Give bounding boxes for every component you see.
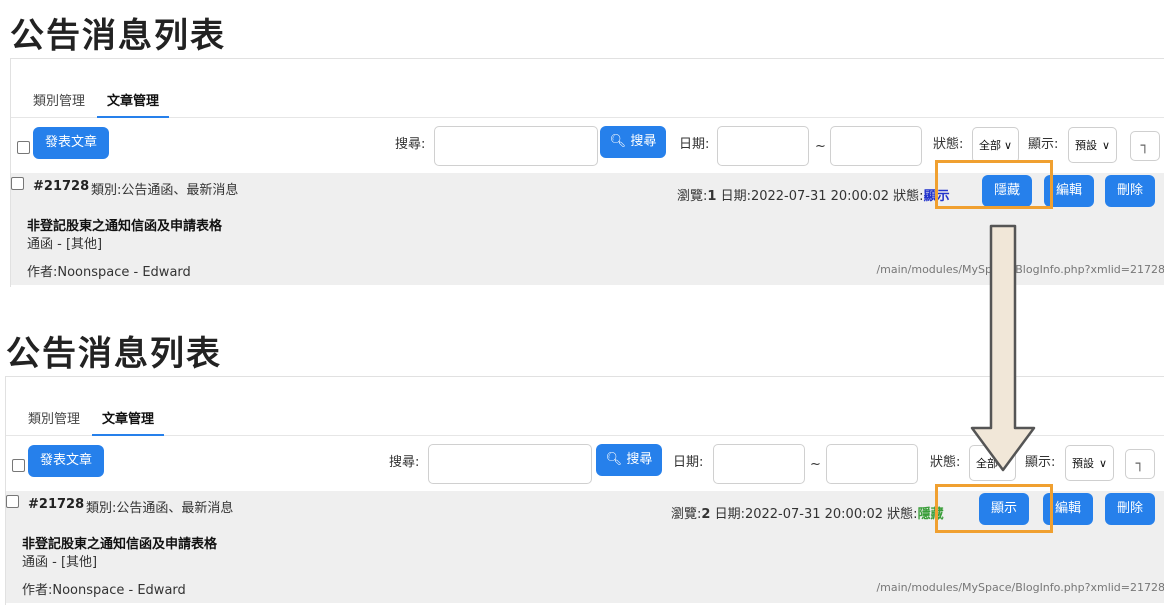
search-button[interactable]: 🔍︎ 搜尋 <box>596 444 662 476</box>
article-id: #21728 <box>28 497 85 512</box>
search-button-label: 搜尋 <box>626 452 653 467</box>
display-filter-select[interactable]: 預設 ∨ <box>1065 445 1114 481</box>
views-label: 瀏覽: <box>677 189 708 204</box>
article-url[interactable]: /main/modules/MySpace/BlogInfo.php?xmlid… <box>876 581 1164 594</box>
chevron-down-icon: ∨ <box>1000 457 1009 470</box>
search-icon: 🔍︎ <box>605 452 623 467</box>
article-checkbox[interactable] <box>11 177 24 190</box>
date-separator: ~ <box>815 139 826 154</box>
article-url[interactable]: /main/modules/MySpace/BlogInfo.php?xmlid… <box>876 263 1164 276</box>
status-filter-label: 狀態: <box>933 137 964 152</box>
display-filter-value: 預設 <box>1072 457 1094 470</box>
article-title[interactable]: 非登記股東之通知信函及申請表格 <box>22 533 217 552</box>
chevron-down-icon: ∨ <box>1098 457 1107 470</box>
date-label: 日期: <box>673 455 704 470</box>
views-count: 1 <box>707 189 717 204</box>
display-filter-label: 顯示: <box>1028 137 1059 152</box>
tab-bar: 類別管理 文章管理 <box>6 405 1164 436</box>
article-author: 作者:Noonspace - Edward <box>27 265 191 280</box>
chevron-down-icon: ∨ <box>1003 139 1012 152</box>
delete-button[interactable]: 刪除 <box>1105 175 1155 207</box>
tab-bar: 類別管理 文章管理 <box>11 87 1164 118</box>
highlight-box <box>935 484 1053 533</box>
sort-icon[interactable]: ┐ <box>1130 131 1160 161</box>
display-filter-select[interactable]: 預設 ∨ <box>1068 127 1117 163</box>
search-label: 搜尋: <box>395 137 426 152</box>
date-to-input[interactable] <box>830 126 922 166</box>
article-type: 通函 - [其他] <box>22 555 98 570</box>
date-label: 日期: <box>679 137 710 152</box>
article-author: 作者:Noonspace - Edward <box>22 583 186 598</box>
chevron-down-icon: ∨ <box>1101 139 1110 152</box>
tab-article-management[interactable]: 文章管理 <box>92 409 165 436</box>
select-all-checkbox[interactable] <box>12 459 25 472</box>
article-type: 通函 - [其他] <box>27 237 103 252</box>
search-label: 搜尋: <box>389 455 420 470</box>
select-all-checkbox[interactable] <box>17 141 30 154</box>
article-id: #21728 <box>33 179 90 194</box>
date-to-input[interactable] <box>826 444 918 484</box>
article-checkbox[interactable] <box>6 495 19 508</box>
search-button-label: 搜尋 <box>630 134 657 149</box>
article-category: 類別:公告通函、最新消息 <box>86 501 234 516</box>
panel-after: 公告消息列表 類別管理 文章管理 發表文章 搜尋: 🔍︎ 搜尋 日期: ~ 狀態… <box>0 318 1164 612</box>
sort-icon[interactable]: ┐ <box>1125 449 1155 479</box>
page-title: 公告消息列表 <box>10 16 226 56</box>
status-filter-select[interactable]: 全部 ∨ <box>972 127 1019 163</box>
tab-category-management[interactable]: 類別管理 <box>18 409 90 434</box>
article-meta: 瀏覽:2 日期:2022-07-31 20:00:02 狀態:隱藏 <box>671 503 944 522</box>
article-meta: 瀏覽:1 日期:2022-07-31 20:00:02 狀態:顯示 <box>677 185 950 204</box>
date-from-input[interactable] <box>713 444 805 484</box>
tab-article-management[interactable]: 文章管理 <box>97 91 170 118</box>
highlight-box <box>935 160 1053 209</box>
tab-category-management[interactable]: 類別管理 <box>23 91 95 116</box>
panel-before: 公告消息列表 類別管理 文章管理 發表文章 搜尋: 🔍︎ 搜尋 日期: ~ 狀態… <box>0 0 1164 290</box>
post-article-button[interactable]: 發表文章 <box>28 445 104 477</box>
article-date: 日期:2022-07-31 20:00:02 <box>714 507 884 522</box>
display-filter-value: 預設 <box>1075 139 1097 152</box>
display-filter-label: 顯示: <box>1025 455 1056 470</box>
status-label: 狀態: <box>887 507 918 522</box>
delete-button[interactable]: 刪除 <box>1105 493 1155 525</box>
status-filter-value: 全部 <box>979 139 1001 152</box>
page-title: 公告消息列表 <box>6 334 222 374</box>
status-filter-select[interactable]: 全部 ∨ <box>969 445 1016 481</box>
post-article-button[interactable]: 發表文章 <box>33 127 109 159</box>
views-label: 瀏覽: <box>671 507 702 522</box>
status-filter-label: 狀態: <box>930 455 961 470</box>
article-category: 類別:公告通函、最新消息 <box>91 183 239 198</box>
search-input[interactable] <box>428 444 592 484</box>
toolbar: 發表文章 搜尋: 🔍︎ 搜尋 日期: ~ 狀態: 全部 ∨ 顯示: 預設 ∨ ┐ <box>11 126 1164 166</box>
search-button[interactable]: 🔍︎ 搜尋 <box>600 126 666 158</box>
status-filter-value: 全部 <box>976 457 998 470</box>
status-label: 狀態: <box>893 189 924 204</box>
article-title[interactable]: 非登記股東之通知信函及申請表格 <box>27 215 222 234</box>
search-icon: 🔍︎ <box>609 134 627 149</box>
article-date: 日期:2022-07-31 20:00:02 <box>720 189 890 204</box>
toolbar: 發表文章 搜尋: 🔍︎ 搜尋 日期: ~ 狀態: 全部 ∨ 顯示: 預設 ∨ ┐ <box>6 444 1160 484</box>
search-input[interactable] <box>434 126 598 166</box>
date-from-input[interactable] <box>717 126 809 166</box>
date-separator: ~ <box>810 457 821 472</box>
views-count: 2 <box>701 507 711 522</box>
